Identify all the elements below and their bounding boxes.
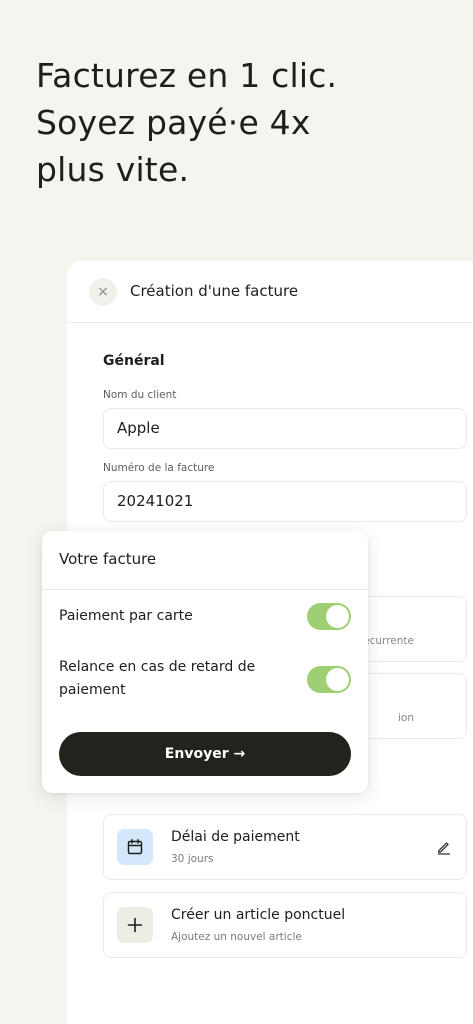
reminder-label: Relance en cas de retard de paiement bbox=[59, 659, 256, 698]
hidden-option-subtitle: ion bbox=[398, 712, 414, 724]
close-button[interactable]: × bbox=[89, 278, 117, 306]
invoice-panel-header: × Création d'une facture bbox=[67, 261, 473, 323]
toggle-knob bbox=[326, 668, 349, 691]
create-item-card[interactable]: Créer un article ponctuel Ajoutez un nou… bbox=[103, 892, 467, 958]
client-name-label: Nom du client bbox=[103, 389, 177, 401]
headline-line-3: plus vite. bbox=[36, 150, 190, 189]
close-icon: × bbox=[97, 284, 109, 300]
headline-line-2: Soyez payé·e 4x bbox=[36, 103, 311, 142]
client-name-field[interactable]: Apple bbox=[103, 408, 467, 449]
toggle-knob bbox=[326, 605, 349, 628]
card-payment-label: Paiement par carte bbox=[59, 608, 193, 624]
section-title-general: Général bbox=[103, 353, 165, 369]
send-button[interactable]: Envoyer → bbox=[59, 732, 351, 776]
card-payment-toggle[interactable] bbox=[307, 603, 351, 630]
reminder-toggle[interactable] bbox=[307, 666, 351, 693]
create-item-subtitle: Ajoutez un nouvel article bbox=[171, 931, 302, 943]
your-invoice-card: Votre facture Paiement par carte Relance… bbox=[42, 531, 368, 793]
invoice-number-label: Numéro de la facture bbox=[103, 462, 215, 474]
headline: Facturez en 1 clic. Soyez payé·e 4x plus… bbox=[36, 52, 456, 193]
invoice-number-field[interactable]: 20241021 bbox=[103, 481, 467, 522]
your-invoice-title: Votre facture bbox=[59, 550, 157, 568]
panel-title: Création d'une facture bbox=[130, 282, 299, 300]
headline-line-1: Facturez en 1 clic. bbox=[36, 56, 338, 95]
create-item-title: Créer un article ponctuel bbox=[171, 907, 346, 923]
payment-delay-subtitle: 30 jours bbox=[171, 853, 214, 865]
edit-icon[interactable] bbox=[436, 839, 452, 859]
plus-icon bbox=[117, 907, 153, 943]
calendar-icon bbox=[117, 829, 153, 865]
payment-delay-title: Délai de paiement bbox=[171, 829, 300, 845]
recurring-option-subtitle: ecurrente bbox=[363, 635, 414, 647]
your-invoice-header: Votre facture bbox=[42, 531, 368, 590]
payment-delay-card[interactable]: Délai de paiement 30 jours bbox=[103, 814, 467, 880]
